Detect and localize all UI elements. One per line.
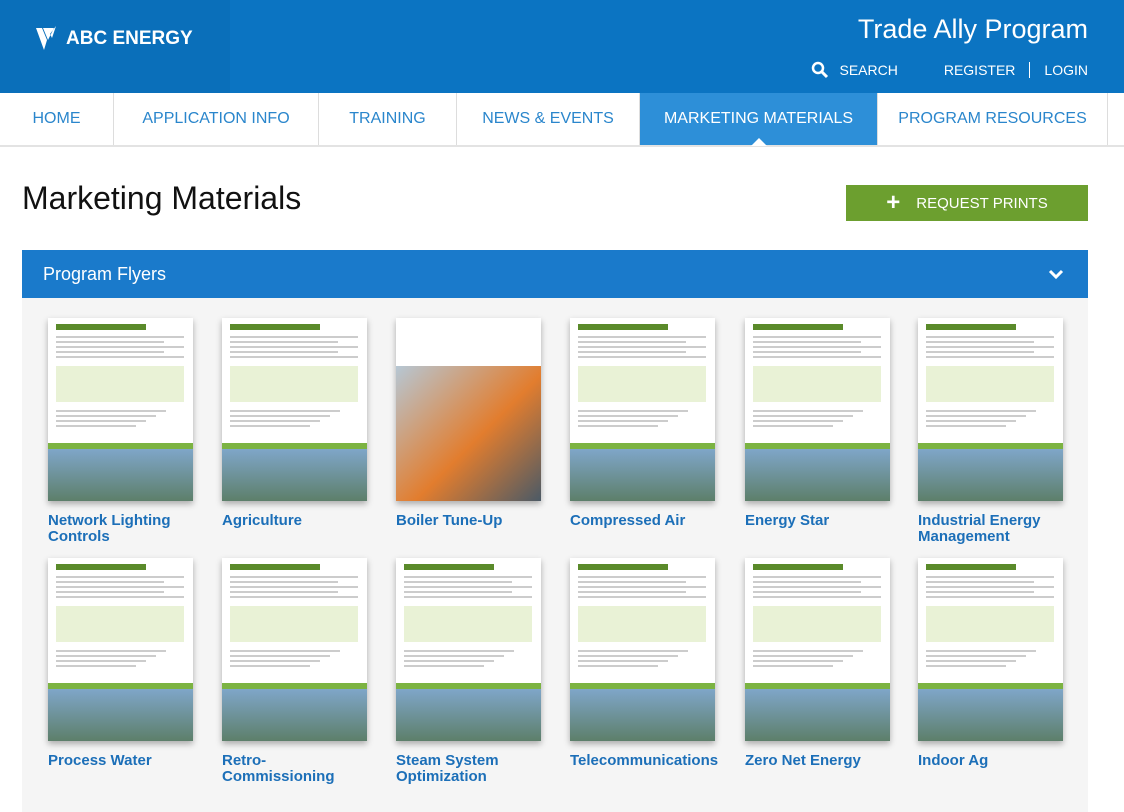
- program-flyers-accordion[interactable]: Program Flyers: [22, 250, 1088, 298]
- flyer-link[interactable]: Zero Net Energy: [745, 753, 890, 769]
- flyer-card[interactable]: Agriculture: [222, 318, 367, 529]
- flyer-thumbnail[interactable]: [48, 558, 193, 741]
- divider: [1029, 62, 1031, 78]
- flyer-card[interactable]: Energy Star: [745, 318, 890, 529]
- search-label: SEARCH: [839, 62, 898, 78]
- flyer-thumbnail[interactable]: [222, 318, 367, 501]
- flyer-link[interactable]: Indoor Ag: [918, 753, 1063, 769]
- flyer-card[interactable]: Industrial Energy Management: [918, 318, 1063, 545]
- utility-links: SEARCH REGISTER LOGIN: [811, 61, 1088, 79]
- tab-application-info[interactable]: APPLICATION INFO: [114, 93, 319, 145]
- search-link[interactable]: SEARCH: [811, 61, 898, 79]
- flyer-thumbnail[interactable]: [918, 558, 1063, 741]
- tab-home[interactable]: HOME: [0, 93, 114, 145]
- flyer-thumbnail[interactable]: [396, 558, 541, 741]
- flyer-card[interactable]: Network Lighting Controls: [48, 318, 193, 545]
- flyer-link[interactable]: Retro-Commissioning: [222, 753, 367, 785]
- flyer-link[interactable]: Compressed Air: [570, 513, 715, 529]
- flyer-thumbnail[interactable]: [222, 558, 367, 741]
- flyer-link[interactable]: Boiler Tune-Up: [396, 513, 541, 529]
- flyer-card[interactable]: Telecommunications: [570, 558, 718, 769]
- flyer-link[interactable]: Industrial Energy Management: [918, 513, 1063, 545]
- request-prints-button[interactable]: + REQUEST PRINTS: [846, 185, 1088, 221]
- flyer-thumbnail[interactable]: [745, 558, 890, 741]
- site-header: ABC ENERGY Trade Ally Program SEARCH REG…: [0, 0, 1124, 93]
- flyer-card[interactable]: Boiler Tune-Up: [396, 318, 541, 529]
- flyer-thumbnail[interactable]: [745, 318, 890, 501]
- flyer-card[interactable]: Compressed Air: [570, 318, 715, 529]
- page-title: Marketing Materials: [22, 180, 302, 216]
- flyer-thumbnail[interactable]: [396, 318, 541, 501]
- search-icon: [812, 61, 829, 79]
- flyer-thumbnail[interactable]: [48, 318, 193, 501]
- flyer-thumbnail[interactable]: [570, 558, 715, 741]
- tab-program-resources[interactable]: PROGRAM RESOURCES: [878, 93, 1108, 145]
- login-link[interactable]: LOGIN: [1044, 62, 1088, 78]
- flyer-link[interactable]: Telecommunications: [570, 753, 718, 769]
- register-link[interactable]: REGISTER: [944, 62, 1016, 78]
- chevron-down-icon[interactable]: [1044, 262, 1068, 286]
- plus-icon: +: [886, 189, 901, 216]
- flyer-grid: Network Lighting Controls Agriculture Boil…: [22, 298, 1088, 812]
- flyer-link[interactable]: Energy Star: [745, 513, 890, 529]
- tab-training[interactable]: TRAINING: [319, 93, 457, 145]
- logo[interactable]: ABC ENERGY: [36, 26, 193, 52]
- main-nav: HOME APPLICATION INFO TRAINING NEWS & EVENT…: [0, 93, 1124, 147]
- logo-icon: [36, 26, 56, 50]
- flyer-card[interactable]: Process Water: [48, 558, 193, 769]
- flyer-card[interactable]: Zero Net Energy: [745, 558, 890, 769]
- flyer-card[interactable]: Steam System Optimization: [396, 558, 541, 785]
- tab-news-events[interactable]: NEWS & EVENTS: [457, 93, 640, 145]
- flyer-card[interactable]: Indoor Ag: [918, 558, 1063, 769]
- flyer-link[interactable]: Process Water: [48, 753, 193, 769]
- flyer-link[interactable]: Network Lighting Controls: [48, 513, 193, 545]
- brand-name: ABC ENERGY: [66, 28, 193, 49]
- request-prints-label: REQUEST PRINTS: [916, 194, 1048, 212]
- flyer-thumbnail[interactable]: [918, 318, 1063, 501]
- tab-marketing-materials[interactable]: MARKETING MATERIALS: [640, 93, 878, 146]
- flyer-link[interactable]: Steam System Optimization: [396, 753, 541, 785]
- flyer-link[interactable]: Agriculture: [222, 513, 367, 529]
- flyer-thumbnail[interactable]: [570, 318, 715, 501]
- program-title: Trade Ally Program: [857, 14, 1088, 44]
- flyer-card[interactable]: Retro-Commissioning: [222, 558, 367, 785]
- section-title: Program Flyers: [43, 263, 167, 284]
